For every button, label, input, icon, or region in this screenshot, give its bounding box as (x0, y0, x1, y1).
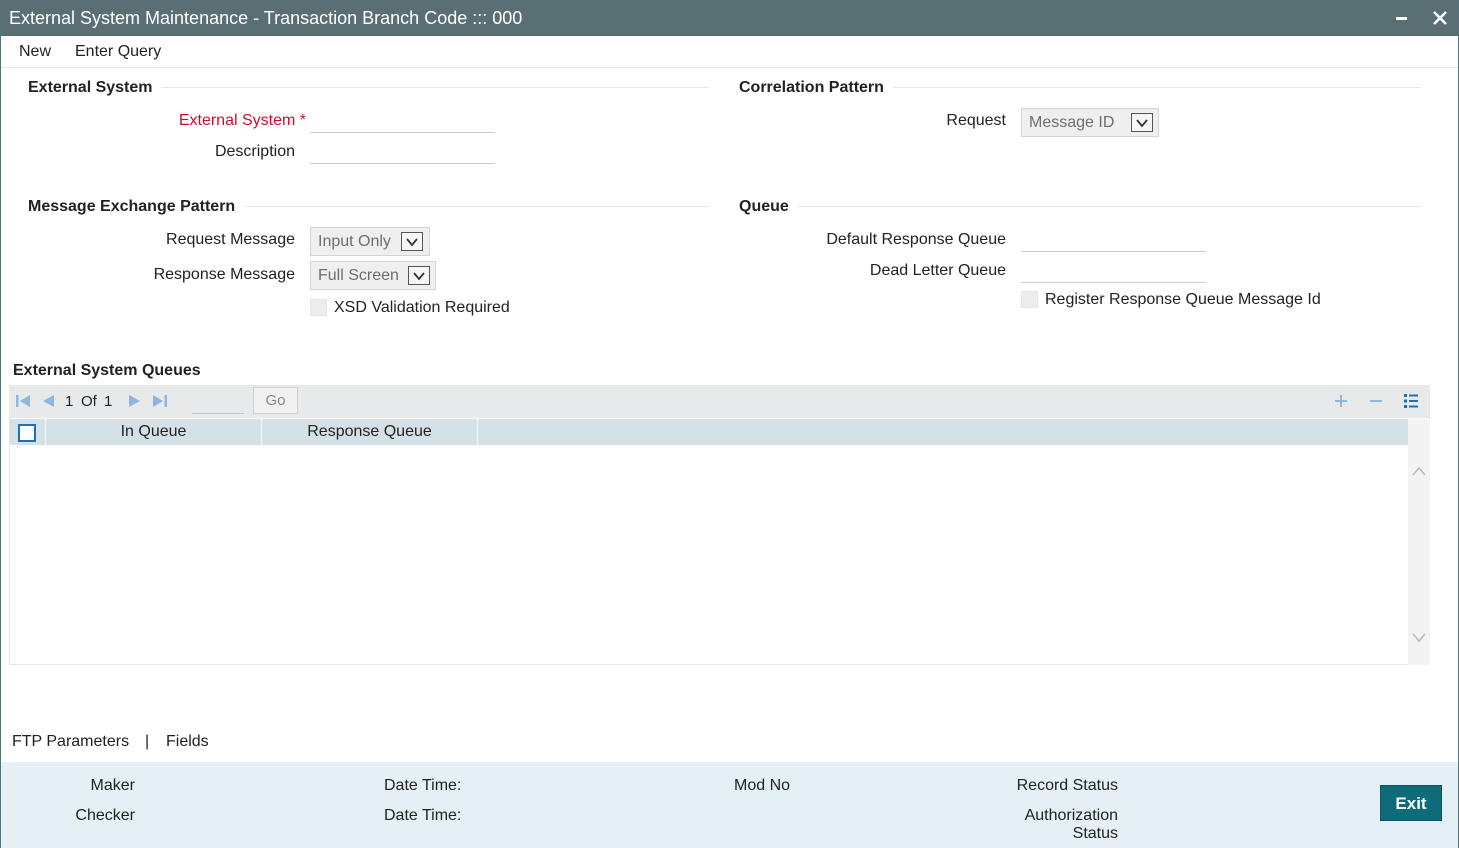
next-page-icon[interactable] (127, 393, 143, 414)
title-bar: External System Maintenance - Transactio… (1, 1, 1458, 36)
section-divider (798, 206, 1420, 207)
section-divider (245, 206, 709, 207)
maker-date-time-label: Date Time: (384, 777, 462, 794)
section-divider (893, 87, 1420, 88)
chevron-up-icon[interactable] (1411, 464, 1427, 482)
chevron-down-icon (1131, 113, 1153, 132)
link-separator: | (145, 733, 150, 750)
correlation-pattern-heading: Correlation Pattern (739, 79, 884, 96)
fields-link[interactable]: Fields (166, 733, 209, 751)
queues-grid: 1 Of 1 Go In Queue Response Queue (9, 385, 1430, 665)
select-all-cell (10, 419, 46, 445)
response-message-label: Response Message (153, 266, 295, 283)
message-exchange-pattern-heading: Message Exchange Pattern (28, 198, 236, 215)
description-input[interactable] (310, 142, 495, 164)
dead-letter-queue-input[interactable] (1021, 261, 1206, 283)
request-message-select-value: Input Only (318, 233, 391, 250)
xsd-validation-label: XSD Validation Required (334, 299, 510, 316)
default-response-queue-input[interactable] (1021, 230, 1206, 252)
request-label: Request (946, 112, 1006, 129)
go-button[interactable]: Go (253, 387, 298, 414)
grid-pager: 1 Of 1 Go (10, 386, 1429, 418)
grid-scrollbar[interactable] (1408, 419, 1430, 665)
window-title: External System Maintenance - Transactio… (9, 8, 523, 28)
total-pages: 1 (104, 393, 113, 410)
chevron-down-icon[interactable] (1411, 631, 1427, 649)
column-header-in-queue[interactable]: In Queue (46, 419, 262, 445)
description-label: Description (214, 143, 295, 160)
column-header-response-queue[interactable]: Response Queue (262, 419, 478, 445)
minimize-icon[interactable] (1389, 5, 1415, 31)
request-select[interactable]: Message ID (1021, 108, 1159, 137)
prev-page-icon[interactable] (40, 393, 56, 414)
queue-heading: Queue (739, 198, 789, 215)
enter-query-menu-item[interactable]: Enter Query (75, 43, 161, 61)
chevron-down-icon (408, 266, 430, 285)
current-page: 1 (65, 393, 74, 410)
register-response-checkbox[interactable] (1021, 291, 1038, 308)
dead-letter-queue-label: Dead Letter Queue (869, 262, 1006, 279)
audit-footer: Maker Checker Date Time: Date Time: Mod … (1, 762, 1458, 848)
last-page-icon[interactable] (152, 393, 168, 414)
grid-header-row: In Queue Response Queue (10, 419, 1408, 445)
xsd-validation-checkbox[interactable] (310, 299, 327, 316)
chevron-down-icon (401, 232, 423, 251)
ftp-parameters-link[interactable]: FTP Parameters (12, 733, 129, 751)
list-view-icon[interactable] (1403, 393, 1419, 414)
exit-button[interactable]: Exit (1380, 785, 1442, 821)
request-select-value: Message ID (1029, 114, 1115, 131)
external-system-heading: External System (28, 79, 153, 96)
mod-no-label: Mod No (734, 777, 791, 794)
checker-label: Checker (75, 807, 135, 824)
request-message-label: Request Message (166, 231, 295, 248)
app-window: External System Maintenance - Transactio… (0, 0, 1459, 848)
section-divider (161, 87, 709, 88)
record-status-label: Record Status (1016, 777, 1118, 794)
page-of-label: Of (81, 393, 97, 410)
subscreen-links: FTP Parameters | Fields (1, 722, 1458, 762)
request-message-select[interactable]: Input Only (310, 227, 430, 256)
plus-icon[interactable] (1333, 393, 1349, 414)
external-system-queues-heading: External System Queues (13, 362, 201, 379)
new-menu-item[interactable]: New (19, 43, 51, 61)
default-response-queue-label: Default Response Queue (826, 231, 1006, 248)
external-system-input[interactable] (310, 111, 495, 133)
select-all-checkbox[interactable] (18, 424, 36, 442)
page-number-input[interactable] (192, 390, 244, 414)
response-message-select-value: Full Screen (318, 267, 399, 284)
minus-icon[interactable] (1368, 393, 1384, 414)
external-system-label: External System * (178, 112, 306, 129)
maker-label: Maker (90, 777, 135, 794)
authorization-status-label: Authorization Status (1024, 807, 1118, 842)
menu-bar: New Enter Query (1, 36, 1458, 68)
first-page-icon[interactable] (15, 393, 31, 414)
response-message-select[interactable]: Full Screen (310, 261, 436, 290)
register-response-label: Register Response Queue Message Id (1045, 291, 1321, 308)
close-icon[interactable] (1427, 5, 1453, 31)
checker-date-time-label: Date Time: (384, 807, 462, 824)
